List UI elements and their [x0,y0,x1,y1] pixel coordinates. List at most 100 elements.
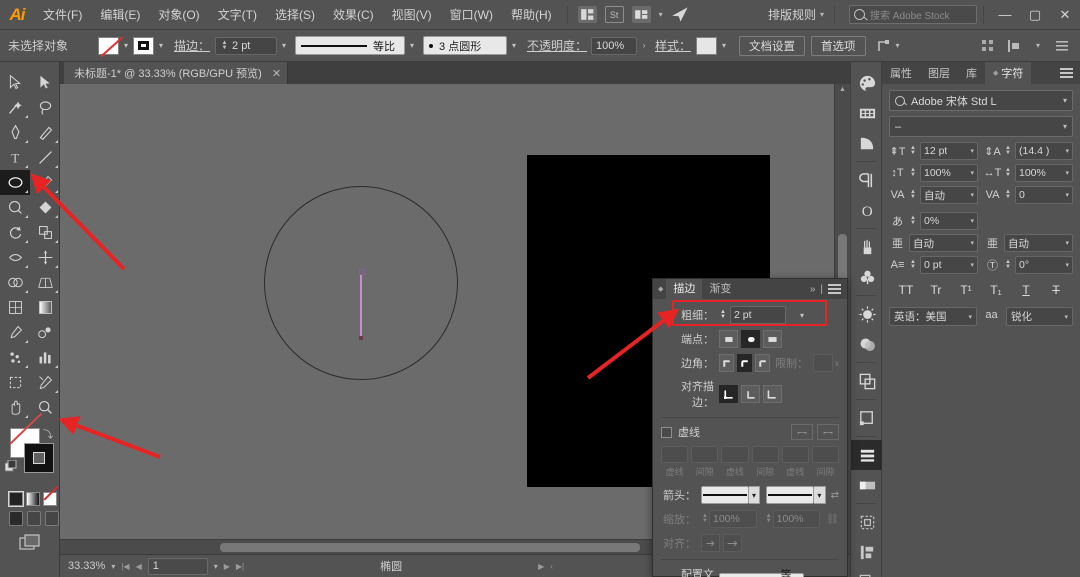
character-rotation-field[interactable]: Ⓣ ▲ ▼ 0° ▾ [984,256,1073,274]
document-tab-close-icon[interactable]: ✕ [272,67,281,80]
menu-file[interactable]: 文件(F) [34,0,91,30]
brush-definition-select[interactable]: 3 点圆形 [423,36,508,55]
graphic-style-swatch[interactable] [696,36,718,55]
tab-character[interactable]: ◆ 字符 [985,62,1032,84]
scale-tool[interactable] [30,220,60,245]
swap-fill-stroke-icon[interactable]: ⤵ [43,426,53,441]
leading-stepper[interactable]: ▲ ▼ [1004,145,1012,156]
menu-object[interactable]: 对象(O) [149,0,208,30]
color-mode-flat-button[interactable] [8,491,24,507]
dashed-line-checkbox[interactable] [661,426,672,438]
menu-view[interactable]: 视图(V) [383,0,441,30]
fill-chevron-down-icon[interactable]: ▾ [119,37,133,55]
menu-window[interactable]: 窗口(W) [441,0,502,30]
artboards-panel-icon[interactable] [851,403,883,433]
stock-icon[interactable]: St [604,6,624,23]
round-join-button[interactable] [737,354,752,372]
aki-before-field[interactable]: 亜 自动 ▾ [889,234,978,252]
lasso-tool[interactable] [30,95,60,120]
aki-before-chevron-down-icon[interactable]: ▾ [968,239,974,247]
character-rotation-stepper[interactable]: ▲ ▼ [1004,259,1012,270]
profile-chevron-down-icon[interactable]: ▾ [405,37,419,55]
leading-field[interactable]: ⇕A ▲ ▼ (14.4 ) ▾ [984,142,1073,160]
tsume-chevron-down-icon[interactable]: ▾ [968,217,974,225]
antialias-select[interactable]: 锐化 ▾ [1006,307,1073,326]
right-panel-menu-button[interactable] [1053,62,1080,84]
shape-builder-tool[interactable] [0,270,30,295]
align-center-button[interactable] [719,385,738,403]
first-artboard-icon[interactable]: |◀ [121,562,129,571]
tab-properties[interactable]: 属性 [882,62,920,84]
dash-field-2[interactable] [721,446,749,463]
layers-panel-icon[interactable] [851,366,883,396]
stroke-weight-label[interactable]: 描边： [174,37,210,54]
menu-help[interactable]: 帮助(H) [502,0,561,30]
arrowhead-start-chevron-down-icon[interactable]: ▾ [748,486,761,504]
transparency-panel-icon[interactable] [851,537,883,567]
stroke-weight-panel-stepper[interactable]: ▲ ▼ [719,309,727,320]
arrowhead-end-chevron-down-icon[interactable]: ▾ [814,486,826,504]
stroke-weight-panel-input[interactable]: 2 pt [730,306,786,324]
status-expand-icon[interactable]: ▶ [538,562,544,571]
arrange-chevron-down-icon[interactable]: ▾ [659,10,663,19]
effects-panel-icon[interactable] [851,299,883,329]
pen-tool[interactable] [0,120,30,145]
stroke-weight-chevron-down-icon[interactable]: ▾ [277,37,291,55]
link-scale-icon[interactable]: ⛓ [826,514,839,525]
curvature-tool[interactable] [30,120,60,145]
arrange-documents-icon[interactable] [631,6,651,23]
tracking-chevron-down-icon[interactable]: ▾ [1063,191,1069,199]
font-size-chevron-down-icon[interactable]: ▾ [968,147,974,155]
stock-plane-icon[interactable] [671,6,690,23]
underline-button[interactable]: T [1011,283,1041,297]
next-artboard-icon[interactable]: ▶ [224,562,230,571]
menu-type[interactable]: 文字(T) [209,0,266,30]
color-mode-gradient-button[interactable] [26,492,40,506]
subscript-button[interactable]: T₁ [981,283,1011,297]
workspace-chevron-down-icon[interactable]: ▾ [820,10,824,19]
bevel-join-button[interactable] [755,354,770,372]
stroke-panel-grip-icon[interactable]: ◆ [653,285,666,293]
status-collapse-icon[interactable]: ‹ [550,562,553,571]
baseline-shift-stepper[interactable]: ▲ ▼ [909,259,917,270]
horizontal-scroll-thumb[interactable] [220,543,640,552]
aki-after-chevron-down-icon[interactable]: ▾ [1063,239,1069,247]
scroll-up-arrow-icon[interactable]: ▲ [839,86,846,93]
rotate-tool[interactable] [0,220,30,245]
arrowhead-end-select[interactable] [766,486,815,504]
leading-chevron-down-icon[interactable]: ▾ [1063,147,1069,155]
tab-gradient[interactable]: 渐变 [702,279,738,299]
superscript-button[interactable]: T¹ [951,283,981,297]
color-mode-none-button[interactable] [43,492,57,506]
document-setup-button[interactable]: 文档设置 [739,35,806,56]
artboard-tool[interactable] [0,370,30,395]
opacity-arrow-icon[interactable]: › [637,37,651,55]
gradient-tool[interactable] [30,295,60,320]
gap-field-2[interactable] [751,446,779,463]
paragraph-panel-icon[interactable] [851,165,883,195]
kerning-stepper[interactable]: ▲ ▼ [909,189,917,200]
window-maximize-button[interactable]: ▢ [1020,0,1050,30]
stroke-weight-input[interactable]: ▲ ▼ 2 pt [215,36,278,55]
baseline-shift-chevron-down-icon[interactable]: ▾ [968,261,974,269]
round-cap-button[interactable] [741,330,760,348]
vertical-scale-field[interactable]: ↕T ▲ ▼ 100% ▾ [889,164,978,182]
column-graph-tool[interactable] [30,345,60,370]
swap-arrowheads-icon[interactable]: ⇄ [831,490,839,501]
character-rotation-chevron-down-icon[interactable]: ▾ [1063,261,1069,269]
distribute-chevron-down-icon[interactable]: ▾ [1036,41,1040,50]
paintbrush-tool[interactable] [30,170,60,195]
draw-behind-button[interactable] [27,511,41,526]
zoom-level-value[interactable]: 33.33% [68,560,105,572]
style-label[interactable]: 样式： [655,37,691,54]
free-transform-tool[interactable] [30,245,60,270]
stroke-weight-panel-chevron-down-icon[interactable]: ▾ [800,311,804,320]
screen-mode-button[interactable] [18,534,41,552]
color-panel-icon[interactable] [851,68,883,98]
transform-panel-icon[interactable] [851,470,883,500]
miter-join-button[interactable] [719,354,734,372]
bridge-icon[interactable] [577,6,597,23]
horizontal-scale-chevron-down-icon[interactable]: ▾ [1063,169,1069,177]
align-inside-button[interactable] [741,385,760,403]
perspective-grid-tool[interactable] [30,270,60,295]
